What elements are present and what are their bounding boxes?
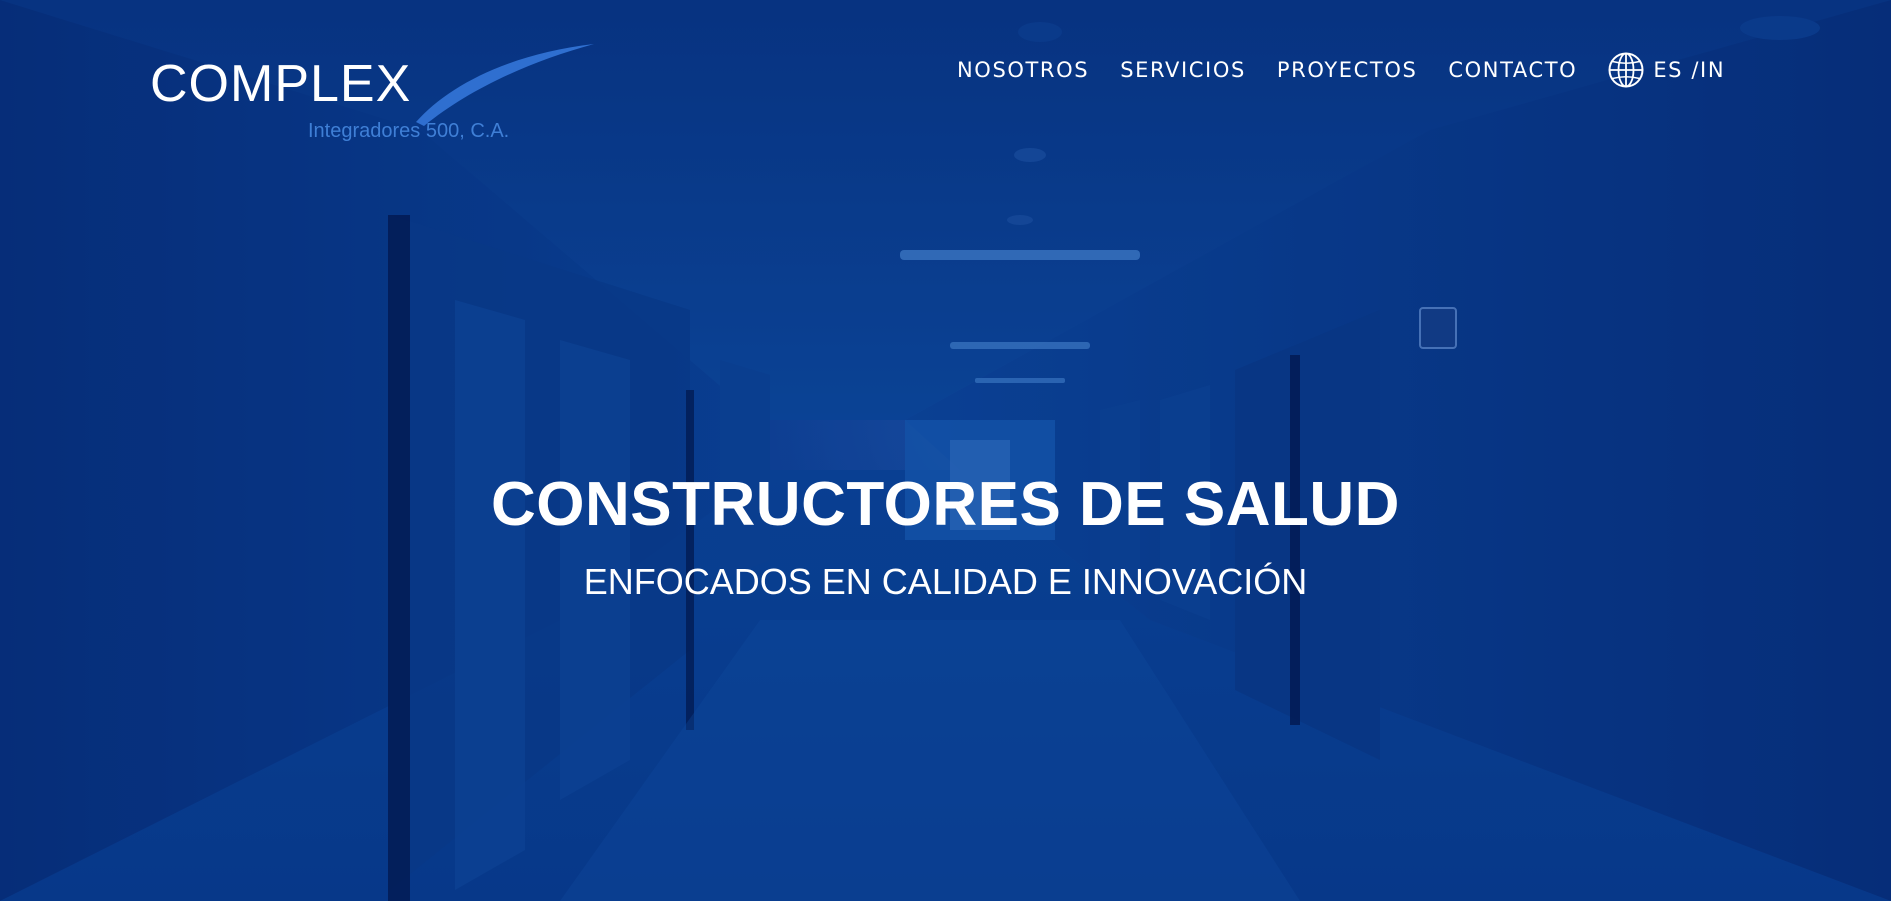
nav-item-proyectos[interactable]: PROYECTOS: [1277, 58, 1417, 82]
globe-icon: [1608, 52, 1644, 88]
brand-tagline: Integradores 500, C.A.: [308, 120, 510, 142]
brand-name: COMPLEX: [150, 55, 412, 113]
language-label: ES /IN: [1653, 58, 1726, 82]
main-nav: NOSOTROS SERVICIOS PROYECTOS CONTACTO ES…: [957, 52, 1725, 88]
logo-swoosh-icon: [416, 44, 594, 126]
language-switcher[interactable]: ES /IN: [1608, 52, 1725, 88]
nav-item-contacto[interactable]: CONTACTO: [1448, 58, 1577, 82]
nav-item-servicios[interactable]: SERVICIOS: [1120, 58, 1246, 82]
hero-title: CONSTRUCTORES DE SALUD: [491, 470, 1400, 539]
hero-section: COMPLEX Integradores 500, C.A. NOSOTROS …: [0, 0, 1891, 901]
brand-logo[interactable]: COMPLEX Integradores 500, C.A.: [150, 40, 594, 150]
hero-text-block: CONSTRUCTORES DE SALUD ENFOCADOS EN CALI…: [0, 470, 1891, 602]
hero-subtitle: ENFOCADOS EN CALIDAD E INNOVACIÓN: [583, 561, 1308, 602]
nav-item-nosotros[interactable]: NOSOTROS: [957, 58, 1089, 82]
